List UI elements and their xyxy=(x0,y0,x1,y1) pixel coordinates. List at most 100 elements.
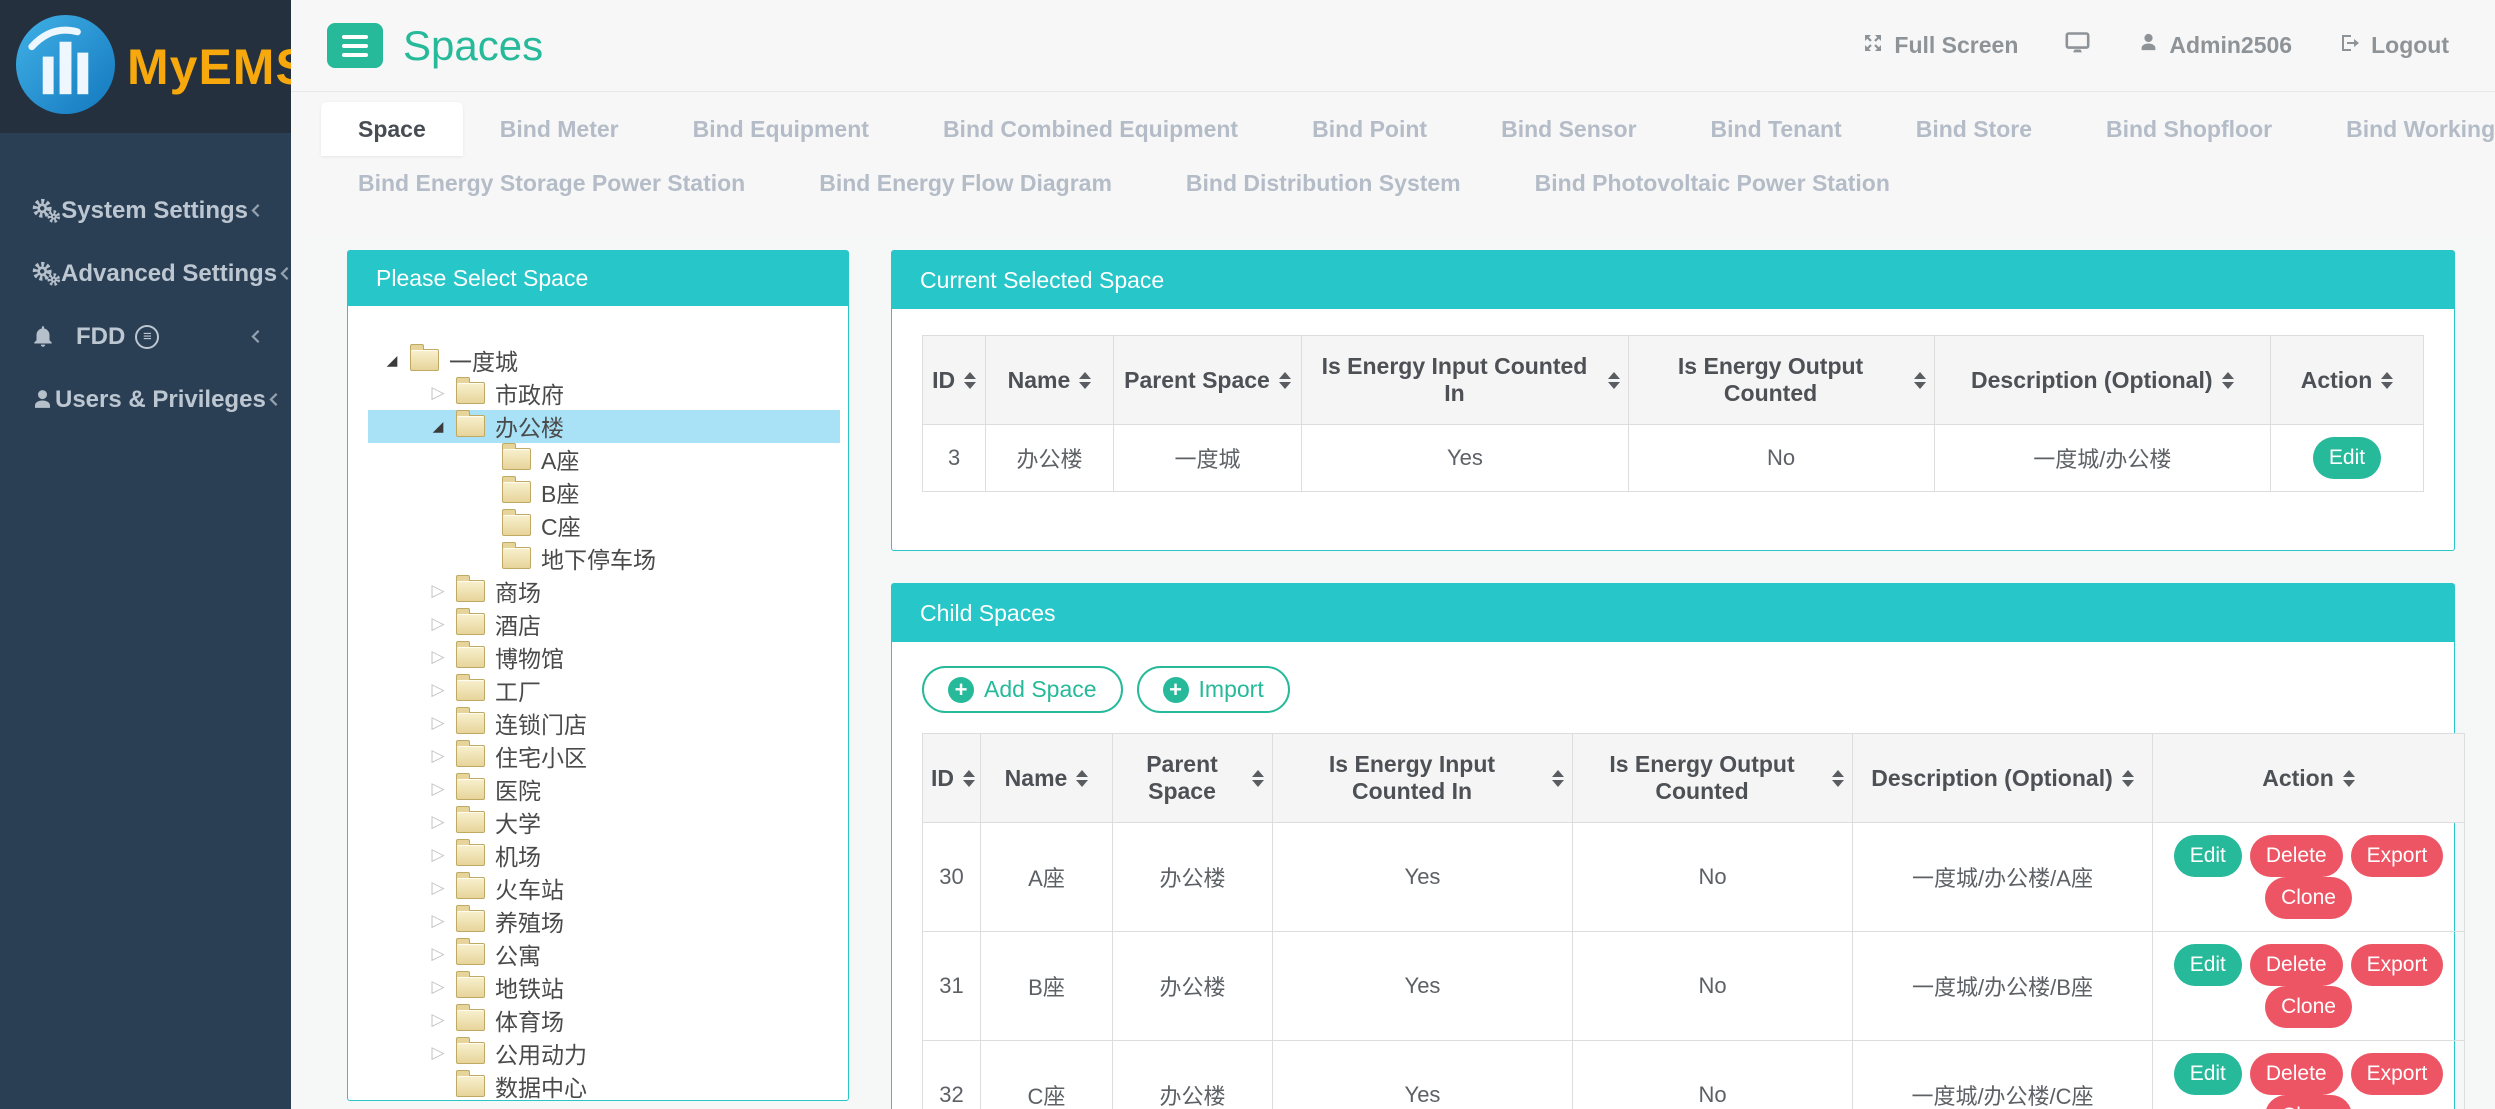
collapsed-arrow-icon[interactable]: ▷ xyxy=(424,746,452,766)
column-header-description-optional[interactable]: Description (Optional) xyxy=(1853,734,2153,823)
column-header-is-energy-output-counted[interactable]: Is Energy Output Counted xyxy=(1573,734,1853,823)
collapsed-arrow-icon[interactable]: ▷ xyxy=(424,647,452,667)
edit-button[interactable]: Edit xyxy=(2174,835,2242,877)
delete-button[interactable]: Delete xyxy=(2250,835,2343,877)
export-button[interactable]: Export xyxy=(2351,835,2444,877)
sidebar-item-fdd[interactable]: FDD≡ xyxy=(0,305,291,368)
tab-bind-energy-storage-power-station[interactable]: Bind Energy Storage Power Station xyxy=(321,156,782,210)
tree-node[interactable]: C座 xyxy=(368,509,840,542)
collapsed-arrow-icon[interactable]: ▷ xyxy=(424,812,452,832)
tab-bind-distribution-system[interactable]: Bind Distribution System xyxy=(1149,156,1498,210)
tree-node[interactable]: ▷大学 xyxy=(368,806,840,839)
tab-bind-combined-equipment[interactable]: Bind Combined Equipment xyxy=(906,102,1275,156)
column-header-is-energy-input-counted-in[interactable]: Is Energy Input Counted In xyxy=(1273,734,1573,823)
collapsed-arrow-icon[interactable]: ▷ xyxy=(424,878,452,898)
tab-label: Bind Energy Storage Power Station xyxy=(358,170,745,197)
tab-bar: SpaceBind MeterBind EquipmentBind Combin… xyxy=(291,92,2495,236)
tree-node[interactable]: ▷工厂 xyxy=(368,674,840,707)
tree-node[interactable]: ▷机场 xyxy=(368,839,840,872)
monitor-button[interactable] xyxy=(2064,29,2091,62)
tree-node[interactable]: ◢一度城 xyxy=(368,344,840,377)
import-button[interactable]: + Import xyxy=(1137,666,1290,713)
column-header-id[interactable]: ID xyxy=(923,336,986,425)
tree-node[interactable]: ▷养殖场 xyxy=(368,905,840,938)
tree-node[interactable]: ▷博物馆 xyxy=(368,641,840,674)
edit-button[interactable]: Edit xyxy=(2174,1053,2242,1095)
tab-bind-point[interactable]: Bind Point xyxy=(1275,102,1464,156)
collapsed-arrow-icon[interactable]: ▷ xyxy=(424,977,452,997)
tree-node-label: 住宅小区 xyxy=(495,739,587,773)
full-screen-button[interactable]: Full Screen xyxy=(1861,31,2018,61)
sidebar-item-advanced-settings[interactable]: Advanced Settings xyxy=(0,242,291,305)
tree-node[interactable]: ▷公寓 xyxy=(368,938,840,971)
collapsed-arrow-icon[interactable]: ▷ xyxy=(424,911,452,931)
tree-node[interactable]: ▷连锁门店 xyxy=(368,707,840,740)
tree-node[interactable]: ▷地铁站 xyxy=(368,971,840,1004)
sidebar-item-system-settings[interactable]: System Settings xyxy=(0,179,291,242)
right-column: Current Selected Space IDNameParent Spac… xyxy=(891,250,2455,1109)
column-header-parent-space[interactable]: Parent Space xyxy=(1113,336,1302,425)
column-header-is-energy-output-counted[interactable]: Is Energy Output Counted xyxy=(1628,336,1934,425)
user-menu[interactable]: Admin2506 xyxy=(2137,31,2292,60)
tree-node[interactable]: ▷火车站 xyxy=(368,872,840,905)
tree-node[interactable]: B座 xyxy=(368,476,840,509)
column-header-description-optional[interactable]: Description (Optional) xyxy=(1934,336,2271,425)
tree-node[interactable]: 数据中心 xyxy=(368,1070,840,1100)
collapsed-arrow-icon[interactable]: ▷ xyxy=(424,680,452,700)
tab-space[interactable]: Space xyxy=(321,102,463,156)
tab-bind-shopfloor[interactable]: Bind Shopfloor xyxy=(2069,102,2309,156)
column-header-id[interactable]: ID xyxy=(923,734,981,823)
tab-bind-working-calendar[interactable]: Bind Working Calendar xyxy=(2309,102,2495,156)
column-header-parent-space[interactable]: Parent Space xyxy=(1113,734,1273,823)
collapsed-arrow-icon[interactable]: ▷ xyxy=(424,1010,452,1030)
column-header-action[interactable]: Action xyxy=(2153,734,2465,823)
column-header-is-energy-input-counted-in[interactable]: Is Energy Input Counted In xyxy=(1302,336,1628,425)
collapsed-arrow-icon[interactable]: ▷ xyxy=(424,614,452,634)
tree-node[interactable]: 地下停车场 xyxy=(368,542,840,575)
app-logo[interactable]: MyEMS xyxy=(0,0,291,133)
tree-node[interactable]: A座 xyxy=(368,443,840,476)
tree-node[interactable]: ◢办公楼 xyxy=(368,410,840,443)
column-header-name[interactable]: Name xyxy=(981,734,1113,823)
tab-bind-store[interactable]: Bind Store xyxy=(1879,102,2069,156)
export-button[interactable]: Export xyxy=(2351,1053,2444,1095)
tree-node[interactable]: ▷医院 xyxy=(368,773,840,806)
export-button[interactable]: Export xyxy=(2351,944,2444,986)
collapsed-arrow-icon[interactable]: ▷ xyxy=(424,779,452,799)
tree-node[interactable]: ▷体育场 xyxy=(368,1004,840,1037)
clone-button[interactable]: Clone xyxy=(2265,877,2352,919)
tab-bind-equipment[interactable]: Bind Equipment xyxy=(656,102,906,156)
clone-button[interactable]: Clone xyxy=(2265,1095,2352,1109)
tree-node[interactable]: ▷酒店 xyxy=(368,608,840,641)
delete-button[interactable]: Delete xyxy=(2250,944,2343,986)
tab-bind-photovoltaic-power-station[interactable]: Bind Photovoltaic Power Station xyxy=(1498,156,1927,210)
tree-node[interactable]: ▷ 住宅小区 xyxy=(368,740,840,773)
expanded-arrow-icon[interactable]: ◢ xyxy=(378,352,406,369)
edit-button[interactable]: Edit xyxy=(2313,437,2381,479)
collapsed-arrow-icon[interactable]: ▷ xyxy=(424,944,452,964)
logout-button[interactable]: Logout xyxy=(2338,31,2449,61)
tab-bind-sensor[interactable]: Bind Sensor xyxy=(1464,102,1673,156)
collapsed-arrow-icon[interactable]: ▷ xyxy=(424,383,452,403)
tree-node[interactable]: ▷公用动力 xyxy=(368,1037,840,1070)
tab-bind-energy-flow-diagram[interactable]: Bind Energy Flow Diagram xyxy=(782,156,1149,210)
cell-id: 3 xyxy=(923,425,986,492)
hamburger-menu-icon[interactable] xyxy=(327,23,383,68)
tree-node[interactable]: ▷商场 xyxy=(368,575,840,608)
current-space-table-mount: IDNameParent SpaceIs Energy Input Counte… xyxy=(922,335,2424,492)
collapsed-arrow-icon[interactable]: ▷ xyxy=(424,1043,452,1063)
collapsed-arrow-icon[interactable]: ▷ xyxy=(424,845,452,865)
column-header-name[interactable]: Name xyxy=(986,336,1113,425)
expanded-arrow-icon[interactable]: ◢ xyxy=(424,418,452,435)
tab-bind-tenant[interactable]: Bind Tenant xyxy=(1674,102,1879,156)
add-space-button[interactable]: + Add Space xyxy=(922,666,1123,713)
tab-bind-meter[interactable]: Bind Meter xyxy=(463,102,656,156)
collapsed-arrow-icon[interactable]: ▷ xyxy=(424,713,452,733)
clone-button[interactable]: Clone xyxy=(2265,986,2352,1028)
delete-button[interactable]: Delete xyxy=(2250,1053,2343,1095)
column-header-action[interactable]: Action xyxy=(2271,336,2424,425)
edit-button[interactable]: Edit xyxy=(2174,944,2242,986)
sidebar-item-users-privileges[interactable]: Users & Privileges xyxy=(0,368,291,431)
collapsed-arrow-icon[interactable]: ▷ xyxy=(424,581,452,601)
tree-node[interactable]: ▷市政府 xyxy=(368,377,840,410)
